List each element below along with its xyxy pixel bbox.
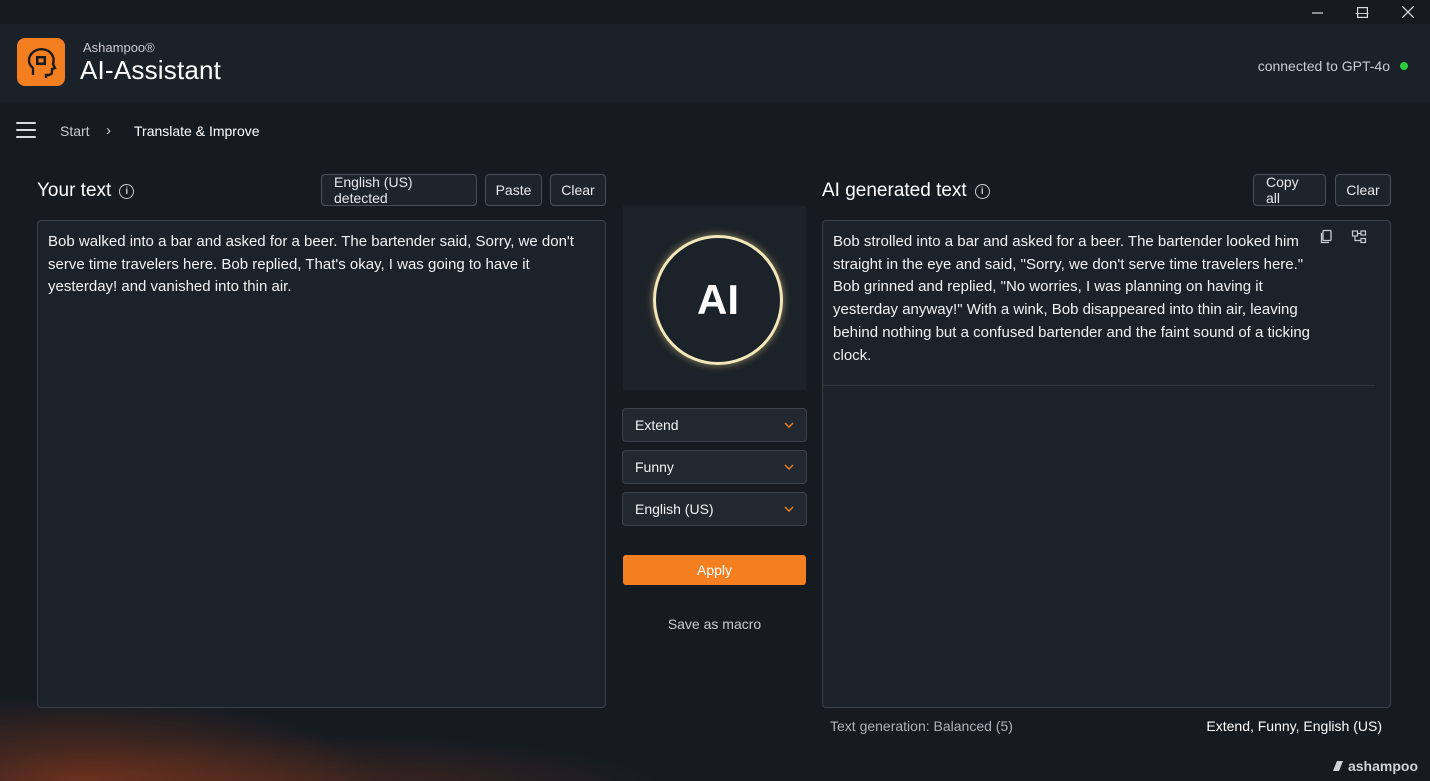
window-titlebar: — [0, 0, 1430, 24]
save-macro-link[interactable]: Save as macro [623, 616, 806, 632]
mode-select[interactable]: Extend [622, 408, 807, 442]
app-title: AI-Assistant [80, 55, 222, 85]
clear-output-button[interactable]: Clear [1335, 174, 1391, 206]
apply-button[interactable]: Apply [623, 555, 806, 585]
output-divider [823, 385, 1375, 386]
app-logo [17, 38, 65, 86]
ai-visual: AI [623, 206, 806, 390]
connection-indicator-icon [1400, 62, 1408, 70]
close-icon [1402, 6, 1414, 18]
replace-icon[interactable] [1351, 229, 1367, 245]
minimize-button-alt[interactable] [1294, 0, 1340, 24]
output-panel-title: AI generated text i [822, 180, 990, 202]
chevron-down-icon [784, 422, 794, 428]
maximize-button[interactable] [1339, 0, 1385, 24]
breadcrumb: Start › Translate & Improve [0, 102, 1430, 160]
output-textarea[interactable]: Bob strolled into a bar and asked for a … [822, 220, 1391, 708]
app-header: Ashampoo® AI-Assistant connected to GPT-… [0, 24, 1430, 102]
watermark-text: ashampoo [1347, 758, 1418, 774]
ai-head-icon [27, 48, 57, 78]
copy-icon[interactable] [1319, 229, 1335, 245]
breadcrumb-start[interactable]: Start [60, 123, 90, 139]
connection-status: connected to GPT-4o [1257, 58, 1390, 74]
ai-badge: AI [653, 235, 783, 365]
clear-input-button[interactable]: Clear [550, 174, 606, 206]
tone-select-value: Funny [635, 459, 674, 475]
input-textarea[interactable]: Bob walked into a bar and asked for a be… [37, 220, 606, 708]
input-panel-title: Your text i [37, 180, 135, 202]
ashampoo-watermark: ashampoo [1331, 758, 1418, 774]
brand-company: Ashampoo® [83, 40, 155, 55]
language-select[interactable]: English (US) [622, 492, 807, 526]
breadcrumb-current: Translate & Improve [134, 123, 260, 139]
text-generation-info: Text generation: Balanced (5) [830, 718, 1013, 734]
current-settings-summary: Extend, Funny, English (US) [1206, 718, 1382, 734]
chevron-down-icon [784, 464, 794, 470]
paste-button[interactable]: Paste [485, 174, 542, 206]
language-detected-button[interactable]: English (US) detected [321, 174, 477, 206]
mode-select-value: Extend [635, 417, 679, 433]
close-button[interactable] [1385, 0, 1430, 24]
copy-all-button[interactable]: Copy all [1253, 174, 1326, 206]
chevron-down-icon [784, 506, 794, 512]
info-icon[interactable]: i [974, 184, 990, 199]
info-icon[interactable]: i [119, 184, 135, 199]
ashampoo-logo-icon [1332, 761, 1343, 771]
minimize-icon [1311, 11, 1323, 14]
maximize-icon [1356, 6, 1368, 18]
chevron-right-icon: › [106, 122, 111, 139]
output-title-label: AI generated text [822, 180, 967, 201]
language-select-value: English (US) [635, 501, 714, 517]
tone-select[interactable]: Funny [622, 450, 807, 484]
input-title-label: Your text [37, 180, 112, 201]
menu-icon[interactable] [16, 122, 36, 138]
